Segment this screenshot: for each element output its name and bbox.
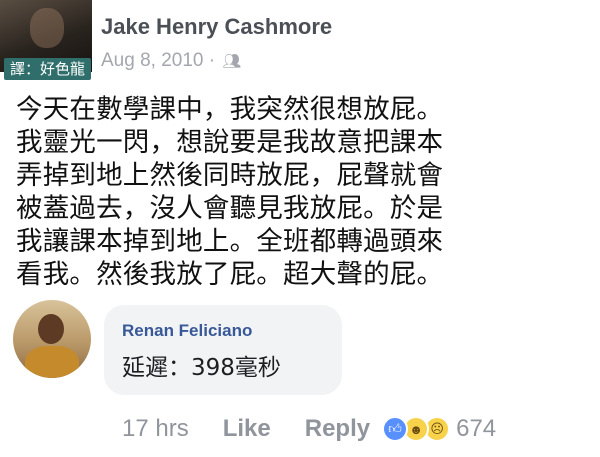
post-text-line: 被蓋過去，沒人會聽見我放屁。於是 [16, 193, 444, 224]
comment-timestamp[interactable]: 17 hrs [122, 415, 189, 443]
post-text-line: 今天在數學課中，我突然很想放屁。 [16, 94, 444, 125]
translator-tag: 譯：好色龍 [4, 58, 92, 80]
post-meta: Aug 8, 2010 · 👥︎ [101, 50, 241, 72]
post-text-line: 弄掉到地上然後同時放屁，屁聲就會 [16, 160, 444, 191]
meta-separator: · [208, 50, 216, 71]
post-body: 今天在數學課中，我突然很想放屁。 我靈光一閃，想說要是我故意把課本 弄掉到地上然… [16, 93, 596, 291]
reaction-count: 674 [456, 415, 497, 442]
post-text-line: 我讓課本掉到地上。全班都轉過頭來 [16, 226, 444, 257]
comment-bubble: Renan Feliciano 延遲：398毫秒 [104, 305, 342, 395]
commenter-avatar[interactable] [13, 300, 91, 378]
like-button[interactable]: Like [223, 415, 271, 443]
post-author-name[interactable]: Jake Henry Cashmore [101, 14, 332, 40]
people-icon: 👥︎ [222, 53, 242, 70]
reactions-summary[interactable]: 👍︎ ☻ ☹ 674 [382, 415, 496, 443]
comment-actions: 17 hrs Like Reply 👍︎ ☻ ☹ 674 [122, 412, 496, 446]
post-text-line: 我靈光一閃，想說要是我故意把課本 [16, 127, 444, 158]
comment-text: 延遲：398毫秒 [122, 355, 281, 381]
post-date[interactable]: Aug 8, 2010 [101, 50, 203, 71]
like-icon: 👍︎ [382, 416, 409, 442]
commenter-name[interactable]: Renan Feliciano [122, 321, 252, 341]
post-text-line: 看我。然後我放了屁。超大聲的屁。 [16, 259, 444, 290]
reply-button[interactable]: Reply [305, 415, 370, 443]
